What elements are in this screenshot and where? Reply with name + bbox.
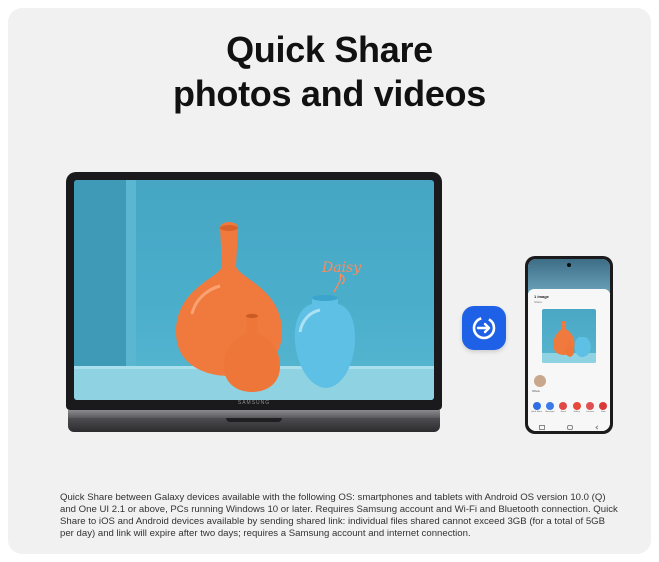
legal-disclaimer: Quick Share between Galaxy devices avail… bbox=[60, 492, 618, 539]
headline-line-2: photos and videos bbox=[173, 73, 486, 114]
laptop-screen: Daisy bbox=[74, 180, 434, 400]
share-app-0[interactable]: Quick Share bbox=[531, 402, 543, 416]
share-app-label: Contacts bbox=[586, 411, 595, 413]
share-app-3[interactable]: Gallery bbox=[572, 402, 581, 416]
wall-edge bbox=[126, 180, 136, 370]
share-app-label: Gallery bbox=[573, 411, 580, 413]
share-app-1[interactable]: Messages bbox=[545, 402, 554, 416]
laptop-base bbox=[68, 418, 440, 432]
headline-line-1: Quick Share bbox=[226, 29, 433, 70]
share-sheet-title: 1 image bbox=[534, 294, 549, 299]
camera-icon bbox=[567, 263, 571, 267]
laptop-hinge bbox=[68, 410, 440, 418]
share-app-label: Email bbox=[560, 411, 566, 413]
share-app-label: More bbox=[601, 411, 606, 413]
share-app-label: Quick Share bbox=[531, 411, 543, 413]
share-sheet: 1 image Share Olivia Quick Share Messages… bbox=[528, 289, 610, 431]
share-app-2[interactable]: Email bbox=[559, 402, 568, 416]
headline: Quick Share photos and videos bbox=[0, 28, 659, 116]
contact-avatar[interactable] bbox=[534, 375, 546, 387]
back-icon[interactable] bbox=[595, 424, 600, 430]
share-app-icon bbox=[599, 402, 608, 410]
handwritten-label: Daisy bbox=[321, 260, 362, 276]
share-app-icon bbox=[559, 402, 568, 410]
vases-wallpaper: Daisy bbox=[74, 180, 434, 400]
phone-image: 1 image Share Olivia Quick Share Messages… bbox=[525, 256, 613, 434]
shared-photo-thumbnail bbox=[542, 309, 596, 363]
laptop-lid: Daisy SAMSUNG bbox=[66, 172, 442, 410]
phone-screen: 1 image Share Olivia Quick Share Messages… bbox=[528, 259, 610, 431]
share-app-icon bbox=[532, 402, 541, 410]
share-app-4[interactable]: Contacts bbox=[586, 402, 595, 416]
share-app-5[interactable]: More bbox=[599, 402, 608, 416]
phone-nav-bar bbox=[528, 423, 610, 431]
share-app-label: Messages bbox=[545, 411, 555, 413]
quick-share-icon bbox=[462, 306, 506, 350]
share-app-icon bbox=[586, 402, 595, 410]
contact-name: Olivia bbox=[532, 389, 540, 393]
share-app-row: Quick Share Messages Email Gallery Contacts M… bbox=[531, 402, 608, 416]
share-app-icon bbox=[545, 402, 554, 410]
wall-panel bbox=[74, 180, 134, 370]
laptop-brand: SAMSUNG bbox=[237, 400, 271, 406]
share-sheet-subtitle: Share bbox=[534, 300, 543, 304]
share-app-icon bbox=[572, 402, 581, 410]
home-icon[interactable] bbox=[567, 424, 574, 430]
laptop-image: Daisy SAMSUNG bbox=[66, 172, 442, 442]
recent-apps-icon[interactable] bbox=[539, 424, 546, 430]
